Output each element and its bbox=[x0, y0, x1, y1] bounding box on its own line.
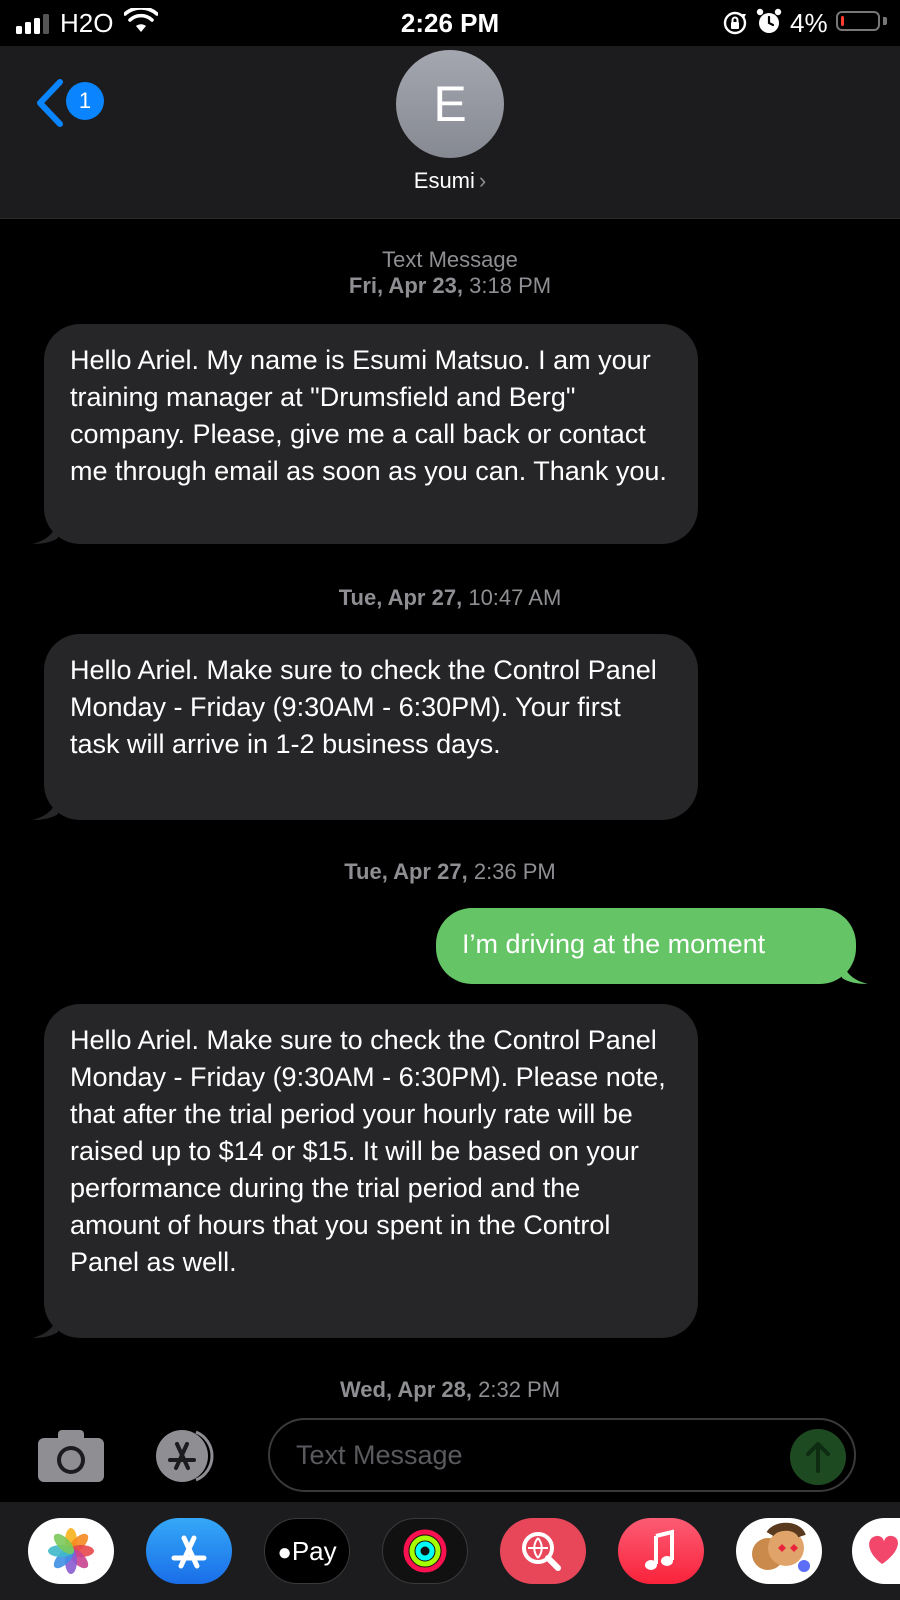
activity-app-icon[interactable] bbox=[382, 1518, 468, 1584]
contact-name: Esumi bbox=[413, 168, 475, 193]
camera-icon bbox=[38, 1430, 104, 1482]
chevron-right-icon: › bbox=[478, 168, 487, 193]
photos-app-icon[interactable] bbox=[28, 1518, 114, 1584]
timestamp-day: Wed, Apr 28, bbox=[339, 1377, 472, 1402]
orientation-lock-icon bbox=[722, 10, 748, 41]
app-store-icon bbox=[156, 1430, 214, 1482]
back-button[interactable]: 1 bbox=[32, 78, 112, 128]
camera-button[interactable] bbox=[36, 1428, 106, 1484]
battery-percent: 4% bbox=[790, 8, 828, 38]
status-bar: H2O 2:26 PM 4% bbox=[0, 0, 900, 46]
timestamp-time: 3:18 PM bbox=[469, 273, 552, 298]
message-bubble-incoming[interactable]: Hello Ariel. My name is Esumi Matsuo. I … bbox=[32, 324, 698, 544]
timestamp-time: 2:36 PM bbox=[473, 859, 556, 884]
timestamp-time: 10:47 AM bbox=[468, 585, 562, 610]
message-text: Hello Ariel. Make sure to check the Cont… bbox=[70, 1025, 666, 1277]
message-text: Hello Ariel. My name is Esumi Matsuo. I … bbox=[70, 345, 667, 486]
memoji-app-icon[interactable] bbox=[736, 1518, 822, 1584]
conversation-header: 1 E Esumi › bbox=[0, 46, 900, 219]
images-search-app-icon[interactable] bbox=[500, 1518, 586, 1584]
message-bubble-outgoing[interactable]: I’m driving at the moment bbox=[436, 908, 868, 984]
message-list[interactable]: Text Message Fri, Apr 23, 3:18 PM Hello … bbox=[0, 218, 900, 1408]
timestamp-time: 2:32 PM bbox=[478, 1377, 561, 1402]
input-bar bbox=[0, 1408, 900, 1502]
timestamp: Wed, Apr 28, 2:32 PM bbox=[0, 1376, 900, 1404]
send-button[interactable] bbox=[790, 1429, 846, 1485]
timestamp-day: Fri, Apr 23, bbox=[348, 273, 464, 298]
apps-button[interactable] bbox=[152, 1428, 228, 1484]
message-input[interactable] bbox=[268, 1418, 856, 1492]
apple-pay-app-icon[interactable]: ●Pay bbox=[264, 1518, 350, 1584]
bubble-tail bbox=[842, 958, 868, 984]
timestamp: Fri, Apr 23, 3:18 PM bbox=[0, 272, 900, 300]
battery-icon bbox=[836, 11, 880, 31]
timestamp: Tue, Apr 27, 10:47 AM bbox=[0, 584, 900, 612]
contact-name-button[interactable]: Esumi › bbox=[0, 168, 900, 194]
unread-badge: 1 bbox=[66, 82, 104, 120]
send-arrow-icon bbox=[806, 1442, 830, 1473]
app-drawer: ●Pay bbox=[0, 1502, 900, 1600]
alarm-icon bbox=[756, 8, 782, 41]
message-text: Hello Ariel. Make sure to check the Cont… bbox=[70, 655, 657, 759]
battery-nub bbox=[883, 17, 887, 25]
digital-touch-app-icon[interactable] bbox=[852, 1518, 900, 1584]
message-bubble-incoming[interactable]: Hello Ariel. Make sure to check the Cont… bbox=[32, 1004, 698, 1338]
timestamp-day: Tue, Apr 27, bbox=[338, 585, 463, 610]
bubble-tail bbox=[32, 518, 58, 544]
contact-avatar[interactable]: E bbox=[396, 50, 504, 158]
message-bubble-incoming[interactable]: Hello Ariel. Make sure to check the Cont… bbox=[32, 634, 698, 820]
timestamp: Tue, Apr 27, 2:36 PM bbox=[0, 858, 900, 886]
bubble-tail bbox=[32, 1312, 58, 1338]
apple-pay-label: Pay bbox=[291, 1536, 337, 1566]
bubble-tail bbox=[32, 794, 58, 820]
back-chevron-icon bbox=[37, 79, 63, 127]
message-text: I’m driving at the moment bbox=[462, 929, 766, 959]
timestamp-day: Tue, Apr 27, bbox=[344, 859, 468, 884]
service-label: Text Message bbox=[382, 247, 518, 272]
music-app-icon[interactable] bbox=[618, 1518, 704, 1584]
app-store-app-icon[interactable] bbox=[146, 1518, 232, 1584]
